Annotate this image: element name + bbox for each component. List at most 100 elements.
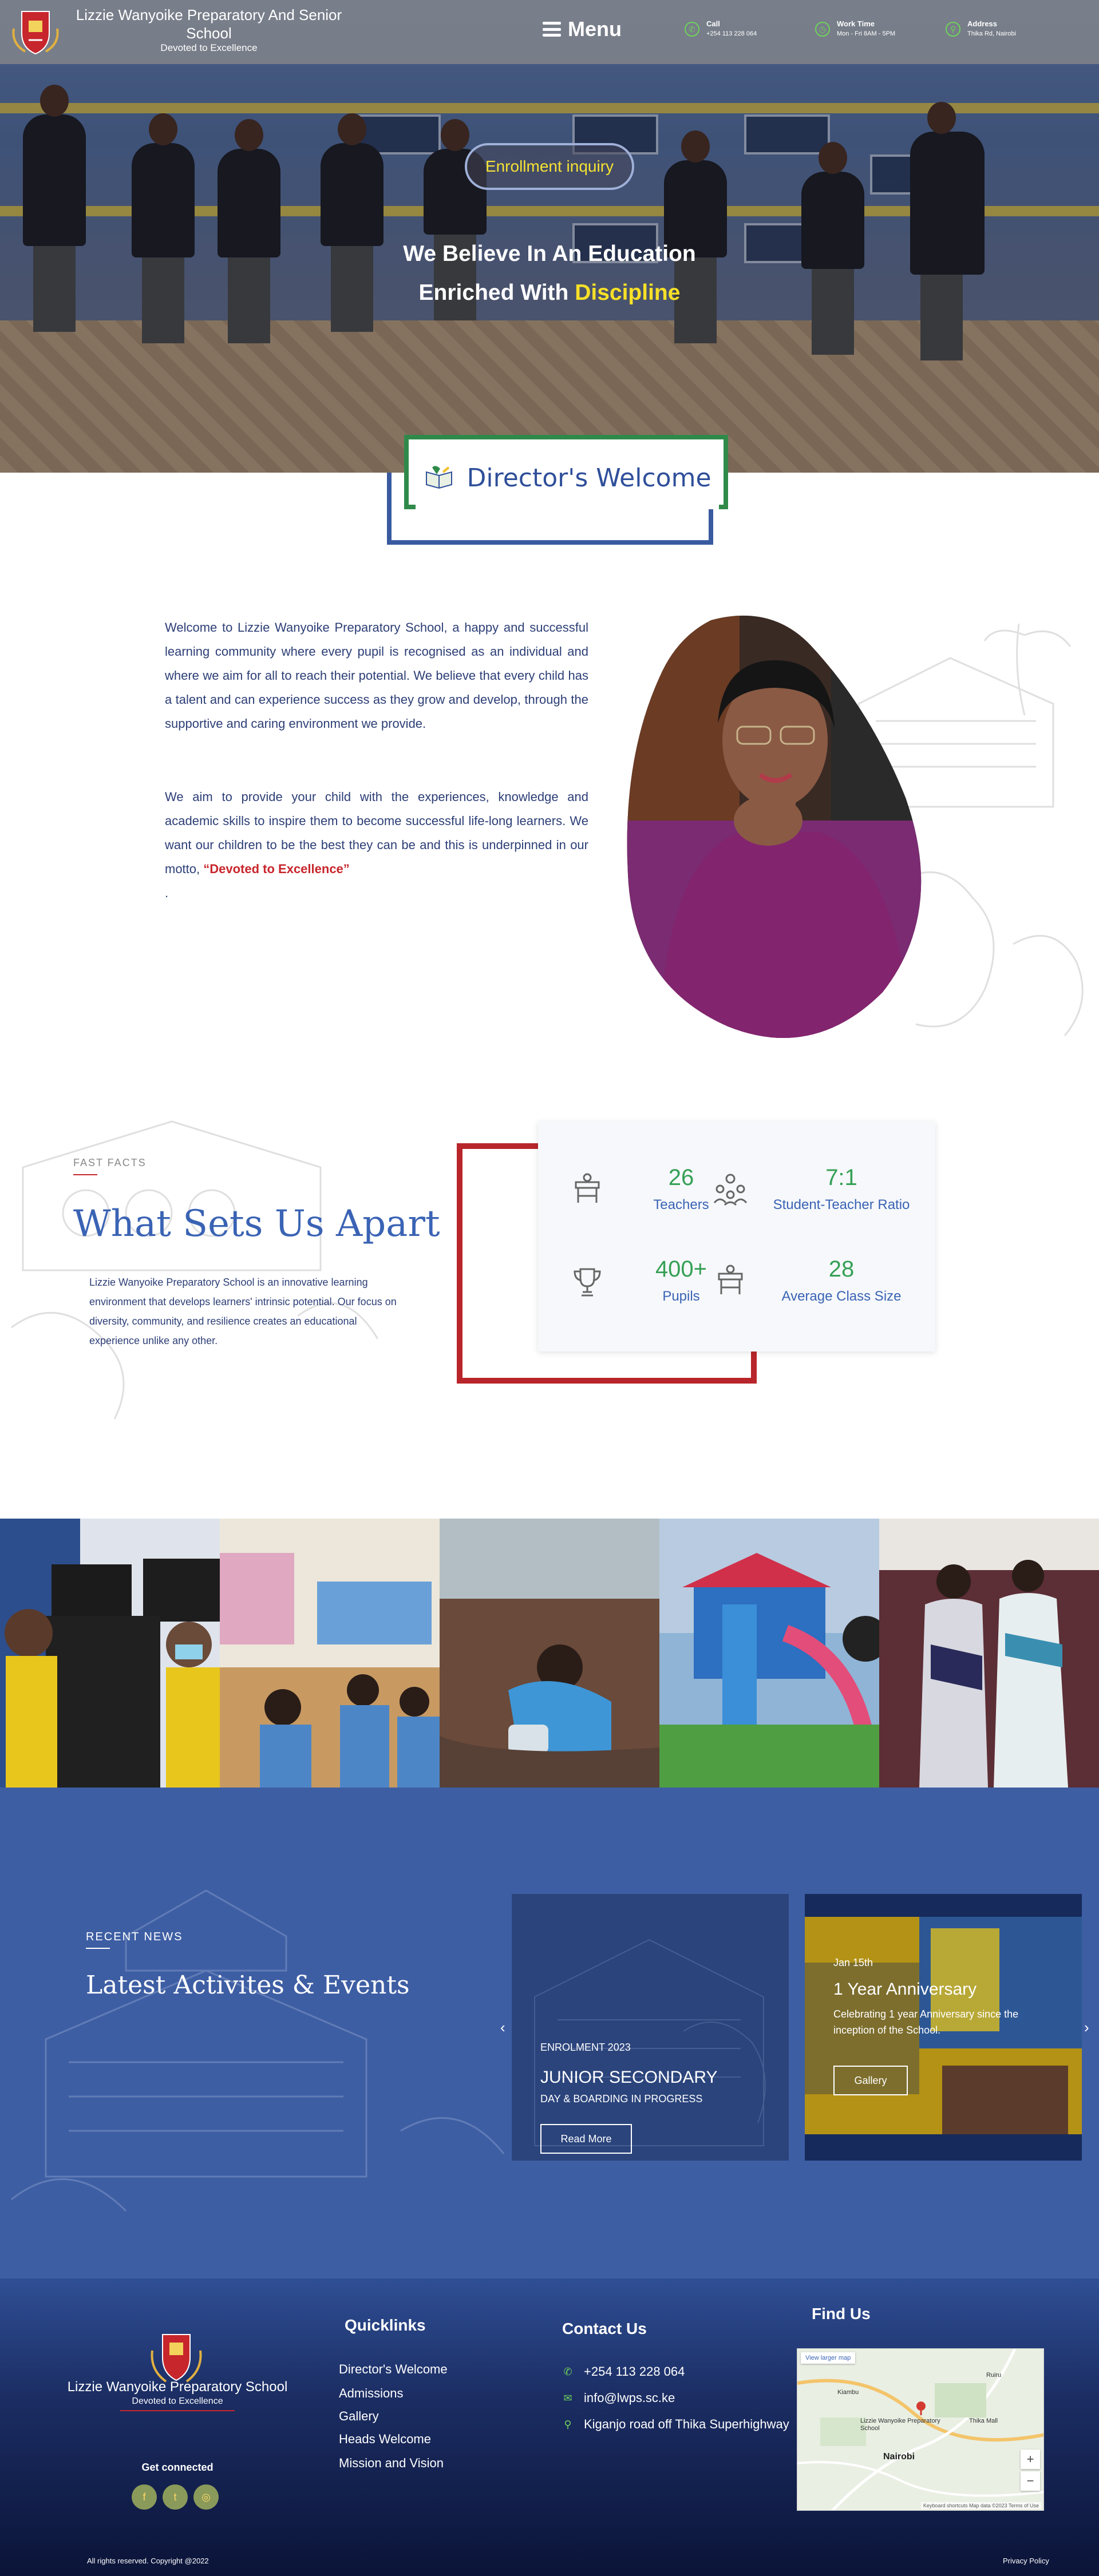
director-welcome-title: Director's Welcome (467, 463, 711, 493)
enrolment-card-background (512, 1894, 789, 2161)
hero-headline-line2: Enriched With Discipline (321, 280, 778, 306)
group-icon (713, 1174, 748, 1206)
site-title[interactable]: Lizzie Wanyoike Preparatory And Senior S… (72, 6, 346, 42)
phone-icon: ✆ (563, 2365, 572, 2377)
embedded-map[interactable]: View larger map Lizzie Wanyoike Preparat… (797, 2348, 1044, 2511)
fast-facts-underline (73, 1174, 97, 1175)
news-sketch-illustration (11, 1889, 505, 2212)
work-time-value: Mon - Fri 8AM - 5PM (837, 30, 896, 37)
stat-caption: Student-Teacher Ratio (773, 1197, 910, 1212)
carousel-prev-arrow-icon[interactable]: ‹ (500, 2019, 505, 2036)
gallery-button[interactable]: Gallery (833, 2066, 908, 2095)
footer-address: ⚲ Kiganjo road off Thika Superhighway (561, 2417, 789, 2432)
menu-button[interactable]: Menu (543, 17, 622, 41)
photo-playground[interactable] (659, 1519, 879, 1788)
read-more-button[interactable]: Read More (540, 2124, 632, 2154)
call-info[interactable]: ✆ Call +254 113 228 064 (685, 19, 757, 37)
footer-address-text: Kiganjo road off Thika Superhighway (584, 2417, 789, 2431)
trophy-icon (574, 1268, 601, 1297)
hero-overlay (0, 0, 1099, 473)
fast-facts-label: FAST FACTS (73, 1157, 147, 1168)
news-card-anniversary[interactable]: Jan 15th 1 Year Anniversary Celebrating … (805, 1894, 1082, 2161)
news-card-enrolment[interactable]: ENROLMENT 2023 JUNIOR SECONDARY DAY & BO… (512, 1894, 789, 2161)
address-label: Address (967, 19, 998, 28)
top-navigation-bar: Lizzie Wanyoike Preparatory And Senior S… (0, 0, 1099, 64)
get-connected-label: Get connected (141, 2462, 214, 2473)
footer-school-name: Lizzie Wanyoike Preparatory School (67, 2379, 288, 2395)
footer-phone[interactable]: ✆ +254 113 228 064 (561, 2364, 685, 2379)
footer-crest-logo[interactable] (142, 2330, 211, 2387)
contact-us-heading: Contact Us (562, 2320, 647, 2337)
map-place-ruiru: Ruiru (986, 2372, 1002, 2379)
menu-label: Menu (568, 17, 622, 41)
photo-strip (0, 1519, 1099, 1788)
director-portrait (627, 615, 922, 1039)
card-kicker: ENROLMENT 2023 (540, 2042, 631, 2053)
site-tagline: Devoted to Excellence (160, 42, 258, 53)
quicklink-gallery[interactable]: Gallery (339, 2409, 379, 2424)
envelope-icon: ✉ (563, 2392, 572, 2404)
footer-motto-underline (120, 2410, 235, 2411)
hero-headline-line1: We Believe In An Education (403, 241, 696, 266)
stat-ratio: 7:1 Student-Teacher Ratio (710, 1165, 927, 1245)
carousel-next-arrow-icon[interactable]: › (1084, 2019, 1089, 2036)
footer-phone-text: +254 113 228 064 (584, 2364, 685, 2379)
photo-students-dance[interactable] (879, 1519, 1099, 1788)
footer-email-text: info@lwps.sc.ke (584, 2391, 675, 2405)
trailing-dot: . (165, 886, 169, 900)
quicklink-heads-welcome[interactable]: Heads Welcome (339, 2432, 431, 2447)
stat-class-size: 28 Average Class Size (710, 1257, 927, 1337)
call-value: +254 113 228 064 (706, 30, 757, 37)
work-time-label: Work Time (837, 19, 875, 28)
photo-classroom[interactable] (220, 1519, 440, 1788)
privacy-policy-link[interactable]: Privacy Policy (1003, 2557, 1049, 2565)
location-pin-icon: ⚲ (946, 22, 960, 37)
zoom-in-icon[interactable]: + (1021, 2450, 1040, 2469)
director-paragraph-2: We aim to provide your child with the ex… (165, 785, 588, 881)
clock-icon: ◷ (815, 22, 830, 37)
open-book-icon (426, 466, 453, 489)
card-title: JUNIOR SECONDARY (540, 2068, 718, 2087)
map-place-school: Lizzie Wanyoike Preparatory School (860, 2418, 940, 2432)
quicklink-admissions[interactable]: Admissions (339, 2386, 403, 2401)
stat-value: 7:1 (825, 1165, 857, 1190)
enrollment-inquiry-button[interactable]: Enrollment inquiry (465, 143, 634, 190)
card-subtitle: DAY & BOARDING IN PROGRESS (540, 2093, 703, 2105)
photo-computer-lab[interactable] (0, 1519, 220, 1788)
view-larger-map-button[interactable]: View larger map (801, 2352, 856, 2364)
card-kicker: Jan 15th (833, 1957, 873, 1968)
hero-headline-prefix: Enriched With (418, 280, 575, 305)
stat-caption: Average Class Size (781, 1289, 902, 1304)
desk-icon (575, 1173, 600, 1203)
apart-sketch-illustration (11, 1120, 379, 1420)
facebook-icon[interactable]: f (132, 2484, 157, 2510)
map-place-thika-mall: Thika Mall (969, 2418, 998, 2424)
director-paragraph-1: Welcome to Lizzie Wanyoike Preparatory S… (165, 620, 588, 731)
phone-icon: ✆ (685, 22, 699, 37)
what-sets-us-apart-description: Lizzie Wanyoike Preparatory School is an… (89, 1277, 397, 1346)
instagram-icon[interactable]: ◎ (193, 2484, 219, 2510)
recent-news-section: RECENT NEWS Latest Activites & Events ‹ … (0, 1788, 1099, 2278)
card-subtitle: Celebrating 1 year Anniversary since the… (833, 2008, 1019, 2036)
work-time-info: ◷ Work Time Mon - Fri 8AM - 5PM (815, 19, 895, 37)
motto-text: “Devoted to Excellence” (203, 862, 350, 876)
copyright-text: All rights reserved. Copyright @2022 (87, 2557, 209, 2565)
zoom-out-icon[interactable]: − (1021, 2471, 1040, 2491)
stat-value: 28 (828, 1257, 855, 1282)
quicklinks-heading: Quicklinks (345, 2316, 426, 2334)
address-value: Thika Rd, Nairobi (967, 30, 1016, 37)
twitter-icon[interactable]: t (163, 2484, 188, 2510)
photo-gardening[interactable] (440, 1519, 659, 1788)
map-credits: Keyboard shortcuts Map data ©2023 Terms … (920, 2502, 1041, 2509)
news-section-title: Latest Activites & Events (86, 1971, 410, 2000)
quicklink-directors-welcome[interactable]: Director's Welcome (339, 2362, 448, 2377)
call-label: Call (706, 19, 720, 28)
hamburger-icon (543, 22, 561, 37)
location-pin-icon: ⚲ (564, 2418, 572, 2430)
card-title: 1 Year Anniversary (833, 1980, 977, 1999)
school-crest-logo[interactable] (8, 6, 63, 56)
quicklink-mission-vision[interactable]: Mission and Vision (339, 2456, 444, 2471)
footer-email[interactable]: ✉ info@lwps.sc.ke (561, 2391, 675, 2405)
hero-section: Lizzie Wanyoike Preparatory And Senior S… (0, 0, 1099, 473)
map-place-kiambu: Kiambu (837, 2389, 859, 2396)
